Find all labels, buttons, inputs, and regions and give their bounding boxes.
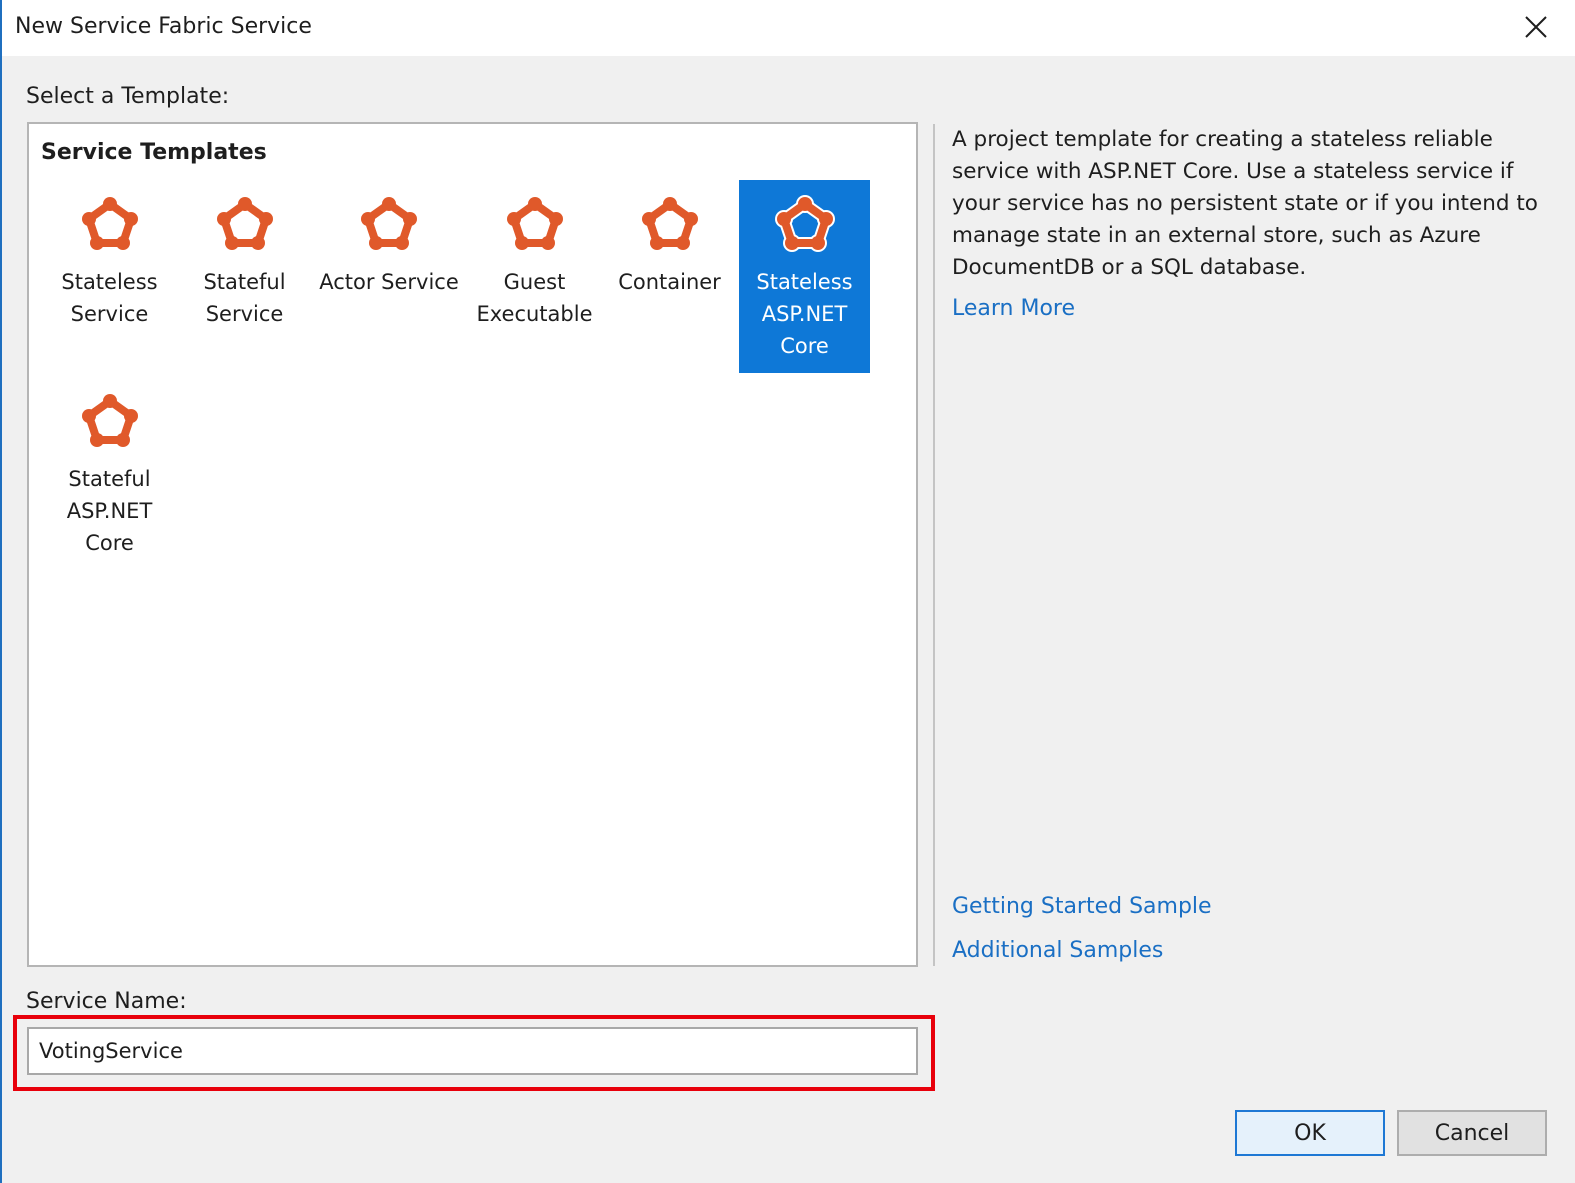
cancel-button[interactable]: Cancel: [1397, 1110, 1547, 1156]
template-container[interactable]: Container: [604, 180, 735, 298]
service-fabric-icon: [361, 197, 417, 250]
panel-heading: Service Templates: [41, 140, 267, 165]
new-service-dialog: New Service Fabric Service Select a Temp…: [0, 0, 1575, 1183]
panel-divider: [933, 124, 935, 966]
template-stateful-service[interactable]: Stateful Service: [179, 180, 310, 330]
template-label: Stateless ASP.NET Core: [756, 270, 853, 358]
template-label: Stateful Service: [203, 270, 286, 326]
service-fabric-icon: [216, 197, 273, 250]
select-template-label: Select a Template:: [26, 84, 230, 109]
getting-started-sample-link[interactable]: Getting Started Sample: [952, 894, 1212, 919]
service-fabric-icon: [81, 394, 138, 447]
template-guest-executable[interactable]: Guest Executable: [469, 180, 600, 330]
service-fabric-icon: [506, 197, 563, 250]
template-description: A project template for creating a statel…: [952, 127, 1538, 280]
template-actor-service[interactable]: Actor Service: [314, 180, 464, 298]
service-fabric-icon: [81, 197, 138, 250]
window-title: New Service Fabric Service: [15, 14, 312, 39]
template-label: Stateful ASP.NET Core: [66, 467, 153, 555]
service-name-input[interactable]: [27, 1027, 918, 1075]
template-stateful-aspnet-core[interactable]: Stateful ASP.NET Core: [44, 377, 175, 559]
template-label: Guest Executable: [476, 270, 593, 326]
close-icon: [1525, 16, 1547, 38]
service-templates-panel: Service Templates Stateless Service Stat…: [27, 122, 918, 967]
close-button[interactable]: [1510, 4, 1562, 50]
template-label: Actor Service: [319, 270, 459, 294]
service-fabric-icon: [641, 197, 698, 250]
template-stateless-aspnet-core[interactable]: Stateless ASP.NET Core: [739, 180, 870, 373]
template-label: Stateless Service: [61, 270, 158, 326]
template-stateless-service[interactable]: Stateless Service: [44, 180, 175, 330]
service-fabric-icon: [774, 195, 835, 252]
title-bar: New Service Fabric Service: [2, 0, 1575, 56]
ok-button[interactable]: OK: [1235, 1110, 1385, 1156]
service-name-label: Service Name:: [26, 989, 187, 1014]
template-label: Container: [618, 270, 721, 294]
learn-more-link[interactable]: Learn More: [952, 296, 1075, 321]
additional-samples-link[interactable]: Additional Samples: [952, 938, 1163, 963]
